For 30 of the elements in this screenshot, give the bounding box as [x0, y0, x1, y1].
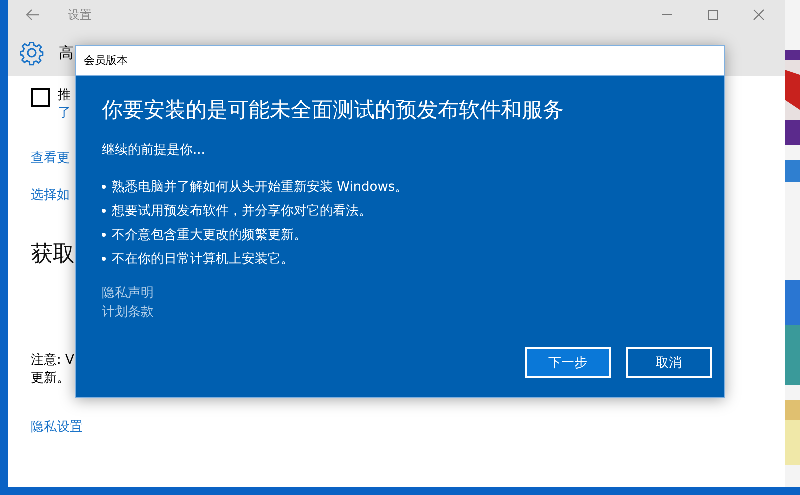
learn-more-link[interactable]: 了	[58, 104, 71, 122]
bullet-text: 不在你的日常计算机上安装它。	[112, 251, 294, 268]
settings-link[interactable]: 查看更	[31, 149, 70, 167]
close-icon[interactable]	[753, 9, 765, 21]
bullet-text: 熟悉电脑并了解如何从头开始重新安装 Windows。	[112, 179, 408, 196]
privacy-settings-link[interactable]: 隐私设置	[31, 418, 83, 436]
bullet-icon	[102, 209, 106, 213]
dialog-link[interactable]: 隐私声明	[102, 284, 154, 303]
checkbox[interactable]	[31, 88, 50, 107]
maximize-icon[interactable]	[707, 9, 719, 21]
bullet-icon	[102, 233, 106, 237]
intro-text: 继续的前提是你...	[102, 142, 206, 159]
page-header: 高	[59, 44, 74, 62]
next-button[interactable]: 下一步	[525, 347, 611, 378]
bullet-text: 不介意包含重大更改的频繁更新。	[112, 227, 307, 244]
dialog-link[interactable]: 计划条款	[102, 303, 154, 322]
back-arrow-icon[interactable]	[26, 9, 40, 21]
bullet-text: 想要试用预发布软件，并分享你对它的看法。	[112, 203, 372, 220]
note-text: 注意: V	[31, 352, 74, 370]
settings-icon	[19, 40, 45, 66]
bullet-icon	[102, 185, 106, 189]
settings-link[interactable]: 选择如	[31, 186, 70, 204]
section-heading: 获取	[31, 241, 75, 269]
window-title: 设置	[68, 6, 92, 24]
note-text: 更新。	[31, 370, 71, 388]
checkbox-label: 推	[58, 87, 71, 104]
dialog-heading: 你要安装的是可能未全面测试的预发布软件和服务	[102, 97, 564, 124]
cancel-button[interactable]: 取消	[626, 347, 712, 378]
dialog-title: 会员版本	[84, 53, 128, 68]
bullet-icon	[102, 257, 106, 261]
